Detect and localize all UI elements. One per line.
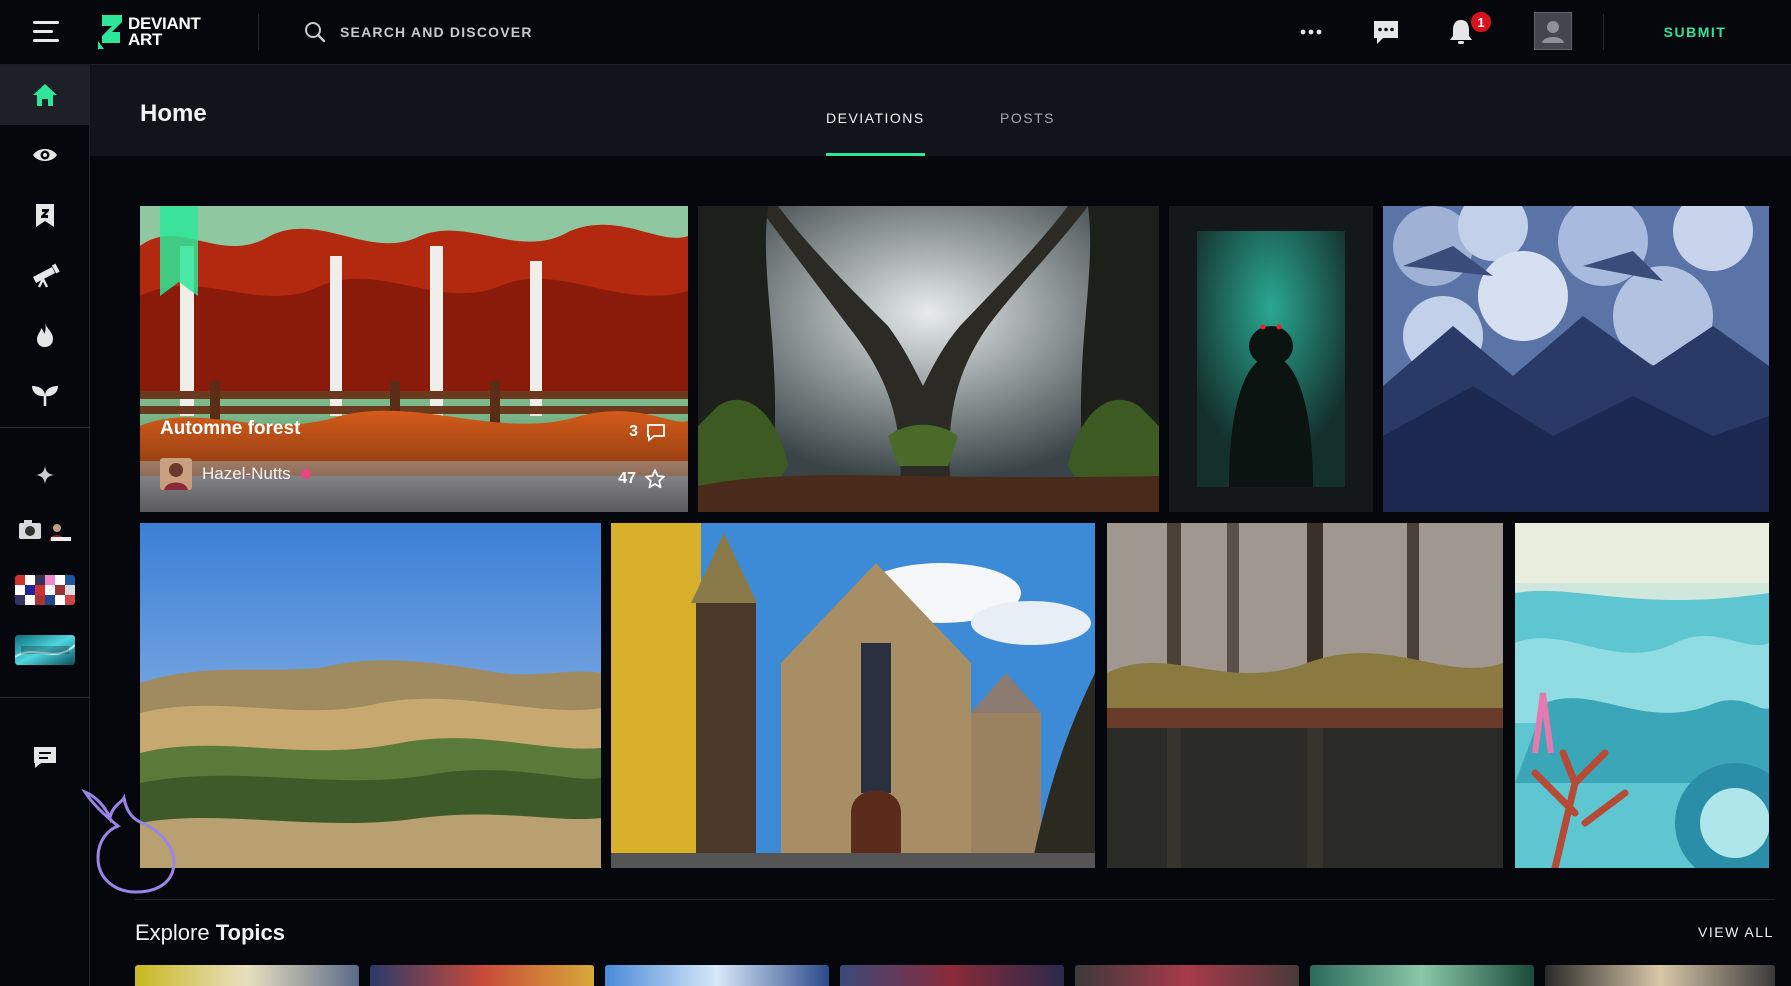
- page-title: Home: [140, 100, 207, 127]
- topic-thumbnail[interactable]: [1545, 965, 1775, 986]
- group-camera-icon: [14, 515, 75, 545]
- topic-thumbnail[interactable]: [1075, 965, 1299, 986]
- author-avatar[interactable]: [160, 458, 192, 490]
- home-icon: [32, 84, 57, 106]
- explore-prefix: Explore: [135, 920, 210, 945]
- deviation-tile-cloud-mountains[interactable]: [1383, 206, 1769, 512]
- deviation-image: [1383, 206, 1769, 512]
- hamburger-menu-icon[interactable]: [33, 21, 59, 43]
- sidebar-group-mosaic[interactable]: [0, 560, 89, 620]
- deviation-image: [698, 206, 1159, 512]
- deviation-tile-misty-lake[interactable]: [1107, 523, 1503, 868]
- more-options-icon[interactable]: [1294, 15, 1328, 49]
- explore-topics-label: Topics: [215, 920, 285, 945]
- search-input[interactable]: [340, 20, 780, 44]
- telescope-icon: [32, 263, 60, 288]
- sidebar-item-discover[interactable]: [0, 245, 89, 305]
- user-avatar[interactable]: [1534, 12, 1572, 50]
- favourite-count[interactable]: 47: [618, 468, 666, 490]
- deviation-image: [611, 523, 1095, 868]
- author-avatar-image: [160, 458, 192, 490]
- deviation-image: [1107, 523, 1503, 868]
- deviation-tile-hills-landscape[interactable]: [140, 523, 601, 868]
- topic-thumbnail[interactable]: [840, 965, 1064, 986]
- submit-button[interactable]: SUBMIT: [1640, 16, 1750, 48]
- fire-icon: [36, 323, 53, 347]
- sidebar-item-deviantart[interactable]: [0, 185, 89, 245]
- deviantart-bookmark-icon: [35, 204, 54, 227]
- star-favourite-icon: [645, 469, 665, 489]
- topic-thumbnail[interactable]: [370, 965, 594, 986]
- sidebar-divider: [0, 697, 89, 698]
- messages-icon[interactable]: [1369, 15, 1403, 49]
- deviation-tile-automne-forest[interactable]: Automne forest 3 Hazel-Nutts 47: [140, 206, 688, 512]
- deviantart-logo[interactable]: DEVIANT ART: [98, 14, 218, 50]
- topic-thumbnail[interactable]: [1310, 965, 1534, 986]
- default-user-icon: [1542, 21, 1564, 43]
- top-divider: [1603, 14, 1604, 50]
- sparkle-icon: [35, 466, 54, 484]
- view-all-topics-link[interactable]: VIEW ALL: [1698, 924, 1774, 940]
- author-name[interactable]: Hazel-Nutts: [202, 464, 291, 484]
- deviation-tile-forest-tree[interactable]: [698, 206, 1159, 512]
- sprout-icon: [31, 386, 58, 406]
- topic-thumbnail[interactable]: [135, 965, 359, 986]
- sidebar-item-popular[interactable]: [0, 305, 89, 365]
- logo-text: DEVIANT ART: [128, 14, 201, 49]
- page-header: Home DEVIATIONS POSTS: [90, 65, 1791, 156]
- notification-count-badge[interactable]: 1: [1469, 10, 1493, 34]
- deviantart-logo-icon: [98, 15, 122, 49]
- sidebar-item-sparkle[interactable]: [0, 450, 89, 500]
- chat-bubble-icon: [33, 747, 56, 768]
- eye-icon: [32, 149, 57, 161]
- deviation-tile-dark-creature[interactable]: [1169, 206, 1373, 512]
- favourite-count-value: 47: [618, 470, 636, 487]
- comment-count[interactable]: 3: [629, 422, 666, 442]
- sidebar-item-chat[interactable]: [0, 727, 89, 787]
- sidebar-group-through-the-lens[interactable]: [0, 620, 89, 680]
- deviation-image: [140, 523, 601, 868]
- search-icon: [305, 22, 326, 43]
- sidebar-divider: [0, 427, 89, 428]
- search-bar[interactable]: [300, 18, 800, 46]
- group-mosaic-icon: [14, 575, 75, 605]
- core-member-badge-icon: [300, 469, 311, 479]
- explore-topics-heading: Explore Topics: [135, 920, 285, 946]
- top-bar: DEVIANT ART 1 SUBMIT: [0, 0, 1791, 65]
- tab-deviations[interactable]: DEVIATIONS: [826, 110, 925, 156]
- deviation-tile-stone-church[interactable]: [611, 523, 1095, 868]
- tab-posts[interactable]: POSTS: [1000, 110, 1055, 156]
- topic-thumbnail[interactable]: [605, 965, 829, 986]
- top-divider: [258, 14, 259, 50]
- left-sidebar: [0, 65, 90, 986]
- sidebar-item-home[interactable]: [0, 65, 89, 125]
- sidebar-item-newest[interactable]: [0, 365, 89, 425]
- deviation-tile-coral-seascape[interactable]: [1515, 523, 1769, 868]
- deviation-image: [1169, 206, 1373, 512]
- deviation-title[interactable]: Automne forest: [160, 418, 300, 440]
- deviation-author[interactable]: Hazel-Nutts: [160, 458, 311, 490]
- comment-count-value: 3: [629, 423, 638, 440]
- sidebar-item-watch[interactable]: [0, 125, 89, 185]
- group-through-the-lens-icon: [14, 635, 75, 665]
- section-divider: [135, 899, 1775, 900]
- deviation-image: [1515, 523, 1769, 868]
- sidebar-group-camera[interactable]: [0, 500, 89, 560]
- comment-icon: [647, 424, 665, 442]
